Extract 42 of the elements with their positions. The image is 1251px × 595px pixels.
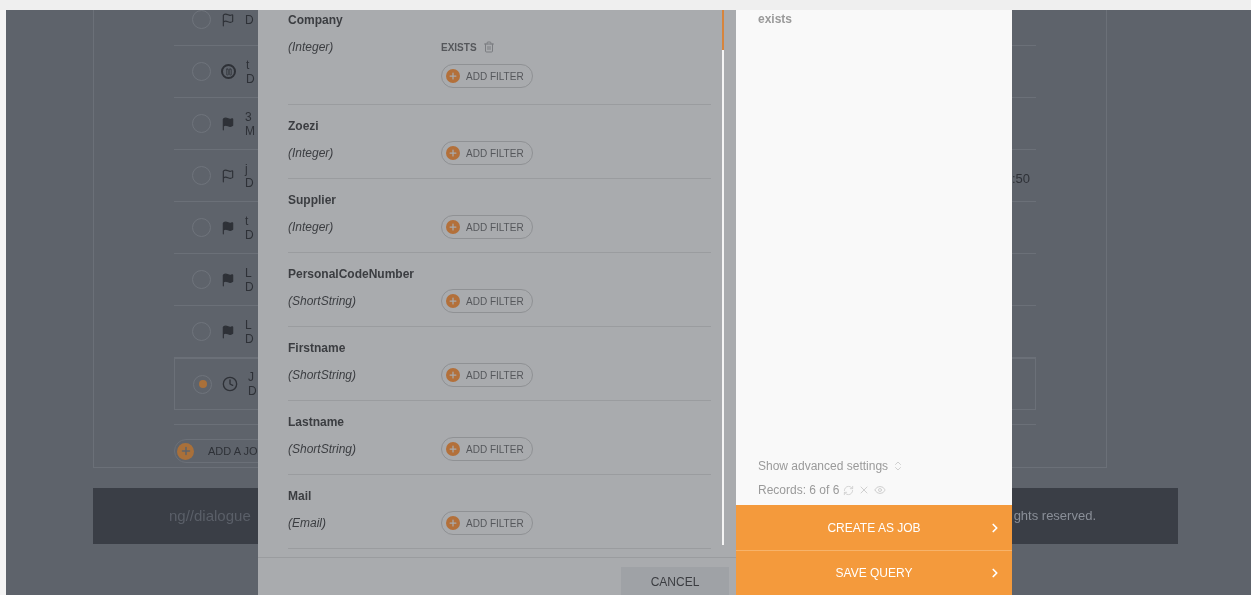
plus-icon	[446, 368, 460, 382]
plus-icon	[177, 442, 194, 460]
filter-label: EXISTS	[441, 40, 477, 55]
field-name: Zoezi	[288, 118, 320, 135]
field-type: (Integer)	[288, 145, 335, 162]
field-name: Mail	[288, 488, 313, 505]
flag-icon	[221, 272, 235, 287]
flag-icon	[221, 12, 235, 27]
field-name: Lastname	[288, 414, 346, 431]
flag-icon	[221, 116, 235, 131]
field-name: Firstname	[288, 340, 347, 357]
flag-icon	[221, 220, 235, 235]
plus-icon	[446, 294, 460, 308]
field-type: (ShortString)	[288, 441, 358, 458]
flag-icon	[221, 168, 235, 183]
field-name: PersonalCodeNumber	[288, 266, 416, 283]
action-button[interactable]: SAVE QUERY	[736, 550, 1012, 595]
field-name: Company	[288, 12, 344, 29]
plus-icon	[446, 442, 460, 456]
field-type: (ShortString)	[288, 293, 358, 310]
field-name: Supplier	[288, 192, 337, 209]
pause-icon	[221, 64, 236, 79]
action-button[interactable]: CREATE AS JOB	[736, 505, 1012, 550]
field-type: (Integer)	[288, 39, 335, 56]
flag-icon	[221, 324, 235, 339]
advanced-settings-link[interactable]: Show advanced settings	[758, 457, 889, 475]
scrollbar[interactable]	[722, 10, 724, 545]
plus-icon	[446, 69, 460, 83]
cancel-button[interactable]: CANCEL	[621, 567, 729, 595]
clock-icon	[222, 376, 238, 392]
copyright-text: ghts reserved.	[1013, 507, 1096, 526]
refresh-icon[interactable]	[843, 484, 855, 496]
field-type: (ShortString)	[288, 367, 358, 384]
plus-icon	[446, 516, 460, 530]
plus-icon	[446, 220, 460, 234]
plus-icon	[446, 146, 460, 160]
delete-icon[interactable]	[482, 41, 495, 53]
records-count: Records: 6 of 6	[758, 482, 840, 499]
eye-icon[interactable]	[874, 484, 887, 496]
query-text: exists	[758, 11, 794, 28]
field-type: (Email)	[288, 515, 327, 532]
field-type: (Integer)	[288, 219, 335, 236]
